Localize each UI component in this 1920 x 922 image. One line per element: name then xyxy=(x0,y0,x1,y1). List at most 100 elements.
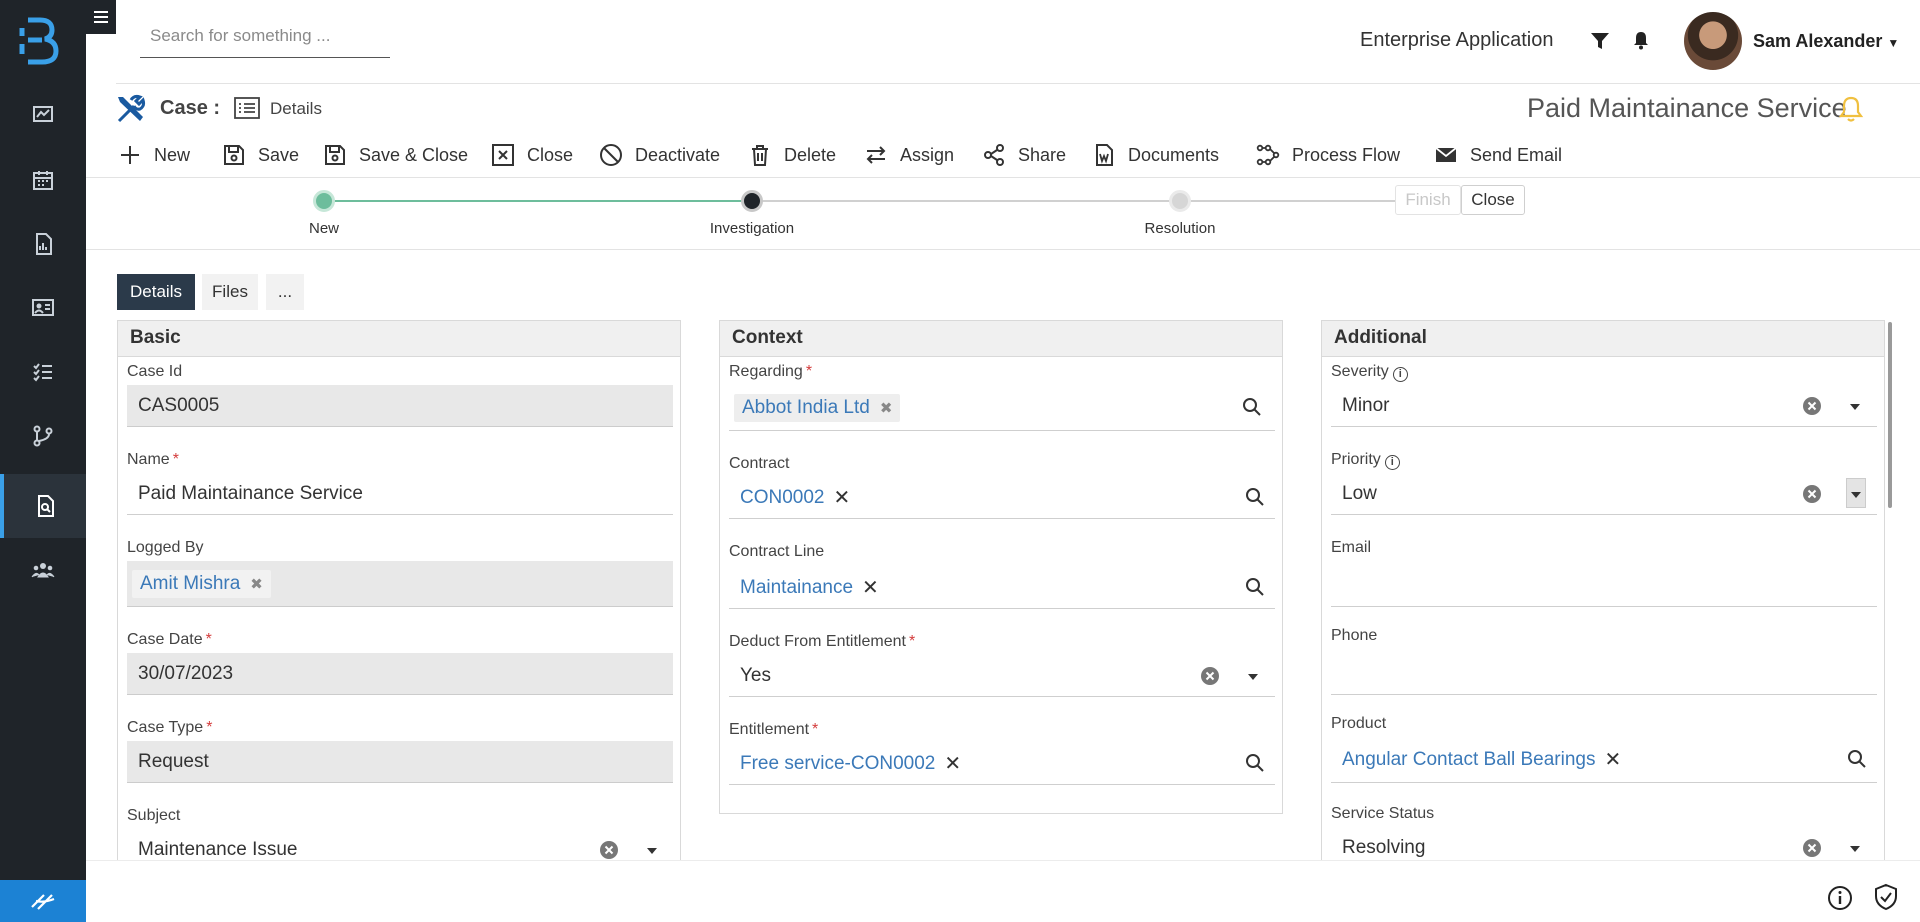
chevron-down-icon[interactable] xyxy=(1248,674,1258,680)
clear-icon[interactable] xyxy=(1802,396,1822,416)
case-date-field[interactable]: 30/07/2023 xyxy=(127,653,673,695)
avatar[interactable] xyxy=(1684,12,1742,70)
cases-icon[interactable] xyxy=(0,474,86,538)
logged-by-field[interactable]: Amit Mishra ✖ xyxy=(127,561,673,607)
section-basic: Basic Case Id CAS0005 Name * Paid Maintai… xyxy=(117,320,681,904)
chevron-down-icon[interactable] xyxy=(1851,492,1861,498)
logged-by-chip[interactable]: Amit Mishra ✖ xyxy=(132,569,271,598)
search-icon[interactable] xyxy=(1242,397,1262,417)
search-icon[interactable] xyxy=(1245,753,1265,773)
chevron-down-icon: ▼ xyxy=(1887,36,1900,50)
contract-line-link[interactable]: Maintainance xyxy=(740,577,853,599)
notification-bell-icon[interactable] xyxy=(1630,29,1652,51)
info-icon[interactable]: i xyxy=(1384,455,1400,470)
info-icon[interactable]: i xyxy=(1392,367,1408,382)
tab-files[interactable]: Files xyxy=(202,274,258,310)
search-icon[interactable] xyxy=(1847,749,1867,769)
form-view-label[interactable]: Details xyxy=(270,99,322,119)
severity-select[interactable]: Minor xyxy=(1331,385,1877,427)
app-name[interactable]: Enterprise Application xyxy=(1360,29,1553,52)
product-lookup[interactable]: Angular Contact Ball Bearings ✕ xyxy=(1331,737,1877,783)
field-label: Regarding * xyxy=(729,363,813,380)
command-toolbar: New Save Save & Close Close Deactivate D… xyxy=(86,134,1920,178)
mail-icon xyxy=(1435,147,1457,162)
remove-icon[interactable]: ✖ xyxy=(880,399,893,417)
save-close-button[interactable]: Save & Close xyxy=(323,140,468,170)
phone-field[interactable] xyxy=(1331,649,1877,695)
field-label: Entitlement * xyxy=(729,721,819,738)
clear-icon[interactable] xyxy=(599,840,619,860)
delete-button[interactable]: Delete xyxy=(748,140,836,170)
new-button[interactable]: New xyxy=(118,140,190,170)
remove-icon[interactable]: ✕ xyxy=(862,575,879,600)
remove-icon[interactable]: ✕ xyxy=(1604,747,1621,772)
stage-connector-pending xyxy=(752,200,1395,202)
team-icon[interactable] xyxy=(0,538,86,602)
email-field[interactable] xyxy=(1331,561,1877,607)
save-button[interactable]: Save xyxy=(222,140,299,170)
user-name: Sam Alexander xyxy=(1753,31,1883,51)
chevron-down-icon[interactable] xyxy=(647,848,657,854)
brand-logo-icon[interactable] xyxy=(18,14,66,66)
remove-icon[interactable]: ✕ xyxy=(834,485,851,510)
deactivate-button[interactable]: Deactivate xyxy=(599,140,720,170)
save-icon xyxy=(224,145,244,165)
priority-select[interactable]: Low xyxy=(1331,473,1877,515)
remove-icon[interactable]: ✕ xyxy=(944,751,961,776)
clear-icon[interactable] xyxy=(1802,838,1822,858)
tab-details[interactable]: Details xyxy=(117,274,195,310)
search-icon[interactable] xyxy=(1245,577,1265,597)
record-title: Paid Maintainance Service xyxy=(1527,93,1847,123)
contract-lookup[interactable]: CON0002 ✕ xyxy=(729,477,1275,519)
scrollbar[interactable] xyxy=(1888,322,1892,508)
share-button[interactable]: Share xyxy=(982,140,1066,170)
chevron-down-icon[interactable] xyxy=(1850,404,1860,410)
calendar-icon[interactable] xyxy=(0,148,86,212)
deduct-select[interactable]: Yes xyxy=(729,655,1275,697)
process-flow-button[interactable]: Process Flow xyxy=(1256,140,1400,170)
dashboard-icon[interactable] xyxy=(0,82,86,146)
chevron-down-icon[interactable] xyxy=(1850,846,1860,852)
clear-icon[interactable] xyxy=(1200,666,1220,686)
process-flow-bar: New Investigation Resolution Finish Clos… xyxy=(86,178,1920,250)
contacts-icon[interactable] xyxy=(0,276,86,340)
stage-dot-new[interactable] xyxy=(313,190,335,212)
entitlement-link[interactable]: Free service-CON0002 xyxy=(740,753,935,775)
case-type-field[interactable]: Request xyxy=(127,741,673,783)
workflow-icon[interactable] xyxy=(0,404,86,468)
tasks-icon[interactable] xyxy=(0,340,86,404)
contract-line-lookup[interactable]: Maintainance ✕ xyxy=(729,567,1275,609)
shield-check-icon[interactable] xyxy=(1873,883,1899,911)
close-stage-button[interactable]: Close xyxy=(1461,185,1525,215)
report-icon[interactable] xyxy=(0,212,86,276)
clear-icon[interactable] xyxy=(1802,484,1822,504)
remove-icon[interactable]: ✖ xyxy=(250,575,263,593)
finish-button[interactable]: Finish xyxy=(1395,185,1461,215)
tab-more[interactable]: ... xyxy=(266,274,304,310)
user-menu[interactable]: Sam Alexander ▼ xyxy=(1753,31,1899,52)
menu-toggle-icon[interactable] xyxy=(86,0,116,34)
regarding-chip[interactable]: Abbot India Ltd ✖ xyxy=(734,393,901,422)
field-label: Contract xyxy=(729,455,790,472)
send-email-button[interactable]: Send Email xyxy=(1434,140,1562,170)
case-id-field[interactable]: CAS0005 xyxy=(127,385,673,427)
contract-link[interactable]: CON0002 xyxy=(740,487,825,509)
documents-button[interactable]: Documents xyxy=(1092,140,1219,170)
settings-brand-icon[interactable] xyxy=(0,880,86,922)
assign-button[interactable]: Assign xyxy=(864,140,954,170)
close-button[interactable]: Close xyxy=(491,140,573,170)
stage-dot-investigation[interactable] xyxy=(741,190,763,212)
regarding-lookup[interactable]: Abbot India Ltd ✖ xyxy=(729,385,1275,431)
left-sidebar xyxy=(0,0,86,922)
entitlement-lookup[interactable]: Free service-CON0002 ✕ xyxy=(729,743,1275,785)
search-input[interactable]: Search for something ... xyxy=(140,22,390,58)
product-link[interactable]: Angular Contact Ball Bearings xyxy=(1342,749,1595,771)
stage-dot-resolution[interactable] xyxy=(1169,190,1191,212)
field-label: Subject xyxy=(127,807,181,824)
filter-icon[interactable] xyxy=(1589,30,1611,52)
info-icon[interactable] xyxy=(1827,885,1853,911)
alert-bell-icon[interactable] xyxy=(1836,94,1866,124)
search-icon[interactable] xyxy=(1245,487,1265,507)
name-field[interactable]: Paid Maintainance Service xyxy=(127,473,673,515)
field-label: Product xyxy=(1331,715,1387,732)
